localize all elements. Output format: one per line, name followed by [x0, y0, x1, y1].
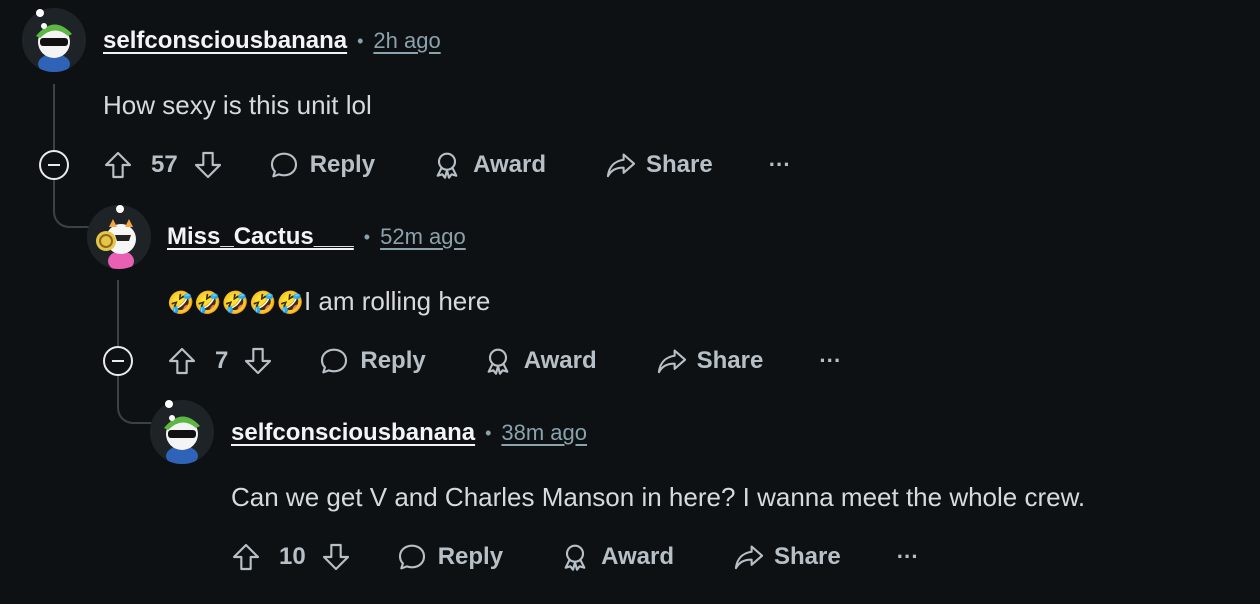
reply-label: Reply — [437, 543, 504, 570]
share-label: Share — [645, 151, 713, 178]
award-label: Award — [473, 151, 546, 178]
share-button[interactable]: Share — [604, 149, 713, 181]
upvote-button[interactable] — [102, 149, 136, 181]
award-label: Award — [523, 347, 597, 374]
thread-curve — [117, 376, 153, 424]
upvote-icon — [232, 543, 260, 571]
more-icon: ··· — [896, 544, 919, 569]
more-icon: ··· — [768, 152, 791, 177]
thread-line — [117, 280, 119, 346]
share-label: Share — [696, 347, 764, 374]
upvote-icon — [168, 347, 196, 375]
thread-line — [53, 84, 55, 150]
more-options-button[interactable]: ··· — [769, 152, 791, 178]
comment-icon — [270, 152, 297, 178]
emoji-text: 🤣🤣🤣🤣🤣 — [167, 290, 304, 315]
avatar[interactable] — [87, 205, 151, 269]
comment-actions: 57 Reply Award Share ··· — [102, 145, 791, 185]
timestamp[interactable]: 52m ago — [380, 224, 466, 250]
more-icon: ··· — [819, 348, 842, 373]
share-icon — [657, 349, 686, 374]
username[interactable]: selfconsciousbanana — [103, 27, 347, 55]
award-button[interactable]: Award — [559, 541, 674, 573]
avatar[interactable] — [22, 8, 86, 72]
share-label: Share — [773, 543, 841, 570]
downvote-icon — [194, 151, 221, 179]
reply-button[interactable]: Reply — [318, 345, 426, 377]
thread-curve — [53, 180, 89, 228]
comment-meta: selfconsciousbanana • 2h ago — [103, 24, 441, 58]
award-button[interactable]: Award — [482, 345, 597, 377]
avatar[interactable] — [150, 400, 214, 464]
comment-icon — [321, 348, 348, 374]
comment-actions: 10 Reply Award Share ··· — [230, 537, 919, 577]
upvote-button[interactable] — [166, 345, 200, 377]
online-indicator — [36, 9, 44, 17]
collapse-button[interactable] — [103, 346, 133, 376]
award-icon — [487, 348, 509, 375]
award-button[interactable]: Award — [431, 149, 546, 181]
comment-icon — [398, 544, 425, 570]
comment-meta: Miss_Cactus___ • 52m ago — [167, 220, 466, 254]
downvote-button[interactable] — [320, 541, 352, 573]
more-options-button[interactable]: ··· — [819, 348, 841, 374]
comment-meta: selfconsciousbanana • 38m ago — [231, 416, 587, 450]
vote-count: 7 — [215, 347, 229, 374]
comment-body: Can we get V and Charles Manson in here?… — [231, 482, 1086, 512]
vote-count: 57 — [151, 151, 178, 178]
timestamp[interactable]: 38m ago — [501, 420, 587, 446]
share-icon — [734, 545, 764, 570]
downvote-icon — [322, 543, 349, 571]
award-label: Award — [601, 543, 674, 570]
collapse-button[interactable] — [39, 150, 69, 180]
comment-body: How sexy is this unit lol — [103, 90, 372, 120]
separator: • — [363, 226, 371, 247]
share-button[interactable]: Share — [732, 541, 841, 573]
username[interactable]: Miss_Cactus___ — [167, 223, 354, 251]
reply-button[interactable]: Reply — [396, 541, 503, 573]
downvote-icon — [245, 347, 272, 375]
upvote-icon — [104, 151, 132, 179]
downvote-button[interactable] — [192, 149, 224, 181]
vote-count: 10 — [279, 543, 306, 570]
comment-actions: 7 Reply Award Share ··· — [166, 341, 841, 381]
timestamp[interactable]: 2h ago — [373, 28, 440, 54]
online-indicator — [165, 400, 173, 408]
username[interactable]: selfconsciousbanana — [231, 419, 475, 447]
upvote-button[interactable] — [230, 541, 264, 573]
reply-button[interactable]: Reply — [268, 149, 375, 181]
separator: • — [357, 30, 364, 51]
share-icon — [606, 153, 636, 178]
reply-label: Reply — [360, 347, 426, 374]
comment-text: I am rolling here — [303, 286, 491, 316]
award-icon — [436, 152, 458, 179]
downvote-button[interactable] — [242, 345, 274, 377]
separator: • — [485, 422, 492, 443]
reply-label: Reply — [309, 151, 376, 178]
share-button[interactable]: Share — [655, 345, 764, 377]
award-icon — [564, 544, 586, 571]
online-indicator — [116, 205, 124, 213]
comment-body: 🤣🤣🤣🤣🤣I am rolling here — [167, 286, 490, 317]
more-options-button[interactable]: ··· — [897, 544, 919, 570]
